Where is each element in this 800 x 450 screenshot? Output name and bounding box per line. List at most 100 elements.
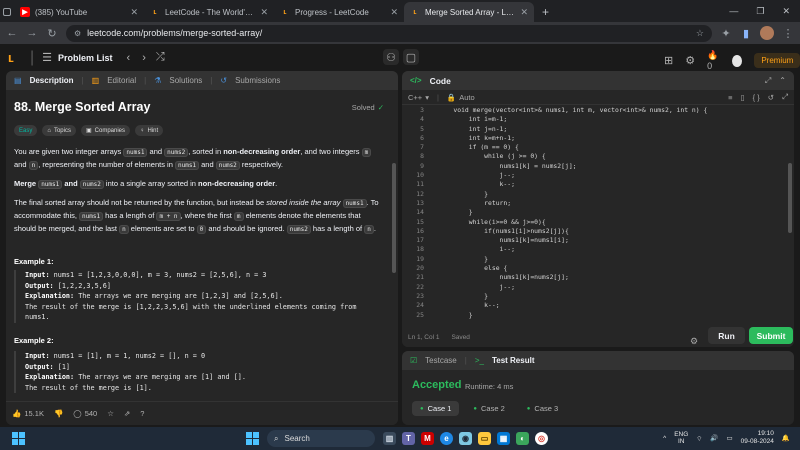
teams-icon[interactable]: T [402,432,415,445]
close-icon[interactable]: ✕ [260,7,268,18]
bookmark-star-icon[interactable]: ☆ [696,28,704,39]
back-icon[interactable]: ← [6,27,18,39]
debug-run-icon[interactable]: ⚙ [690,331,698,349]
reload-icon[interactable]: ↻ [46,27,58,40]
run-button[interactable]: Run [708,327,745,344]
profile-avatar[interactable] [760,26,774,40]
menu-icon[interactable]: ⋮ [782,27,794,40]
browser-tab-youtube[interactable]: ▶ (385) YouTube ✕ [14,2,144,22]
user-avatar[interactable] [732,54,743,67]
browser-tab-merge-sorted-array[interactable]: ʟ Merge Sorted Array - LeetCode ✕ [404,2,534,22]
notifications-icon[interactable]: 🔔 [782,434,790,442]
shuffle-icon[interactable]: ⤮ [156,51,165,64]
chrome-icon[interactable]: ◎ [535,432,548,445]
browser-tab-progress[interactable]: ʟ Progress - LeetCode ✕ [274,2,404,22]
auto-mode-toggle[interactable]: 🔒 Auto [447,93,475,102]
tab-submissions[interactable]: Submissions [235,76,280,85]
widgets-icon[interactable] [12,432,25,445]
extensions-icon[interactable]: ✦ [720,27,732,40]
code-line: 9 nums1[k] = nums2[j]; [402,162,794,171]
difficulty-chip[interactable]: Easy [14,125,38,136]
reset-icon[interactable]: ↺ [768,93,774,102]
tab-editorial[interactable]: Editorial [107,76,136,85]
close-icon[interactable]: ✕ [130,7,138,18]
share-icon[interactable]: ⇗ [124,409,130,418]
copilot-icon[interactable]: ◉ [459,432,472,445]
star-icon[interactable]: ☆ [107,409,114,418]
tab-solutions[interactable]: Solutions [169,76,202,85]
mcafee-icon[interactable]: M [421,432,434,445]
store-icon[interactable]: ▦ [497,432,510,445]
description-scrollbar[interactable] [392,163,396,273]
lock-icon: 🔒 [446,92,457,102]
taskbar-search[interactable]: ⌕ Search [267,430,375,447]
url-field[interactable]: ⚙ leetcode.com/problems/merge-sorted-arr… [66,24,712,42]
tag-chips: Easy ⌂ Topics ▣ Companies ♀ Hint [14,125,164,136]
line-number: 23 [416,291,424,300]
file-explorer-icon[interactable]: ▭ [478,432,491,445]
streak-counter[interactable]: 🔥0 [707,50,720,71]
browser-tab-leetcode[interactable]: ʟ LeetCode - The World's Leading ✕ [144,2,274,22]
premium-button[interactable]: Premium [754,53,800,68]
fullscreen-icon[interactable]: ⤢ [782,92,788,102]
windows-start-icon[interactable] [246,432,259,445]
maximize-icon[interactable]: ❐ [756,6,764,17]
comments-button[interactable]: ◯ 540 [73,409,97,418]
chevron-up-icon[interactable]: ^ [663,435,666,442]
leetcode-nav: ʟ | ☰ Problem List ‹ › ⤮ ⚇ ▢ ⊞ ⚙ 🔥0 Prem… [0,44,800,71]
forward-icon[interactable]: → [26,27,38,39]
sidebar-icon[interactable]: ▮ [740,27,752,40]
tab-search-icon[interactable] [0,2,14,22]
thumbs-down-icon[interactable]: 👎 [54,409,63,418]
wifi-icon[interactable]: ⌔ [696,434,702,443]
settings-icon[interactable]: ⚙ [685,54,695,67]
language-indicator[interactable]: ENG IN [674,431,688,445]
problem-list-link[interactable]: Problem List [58,53,113,63]
language-select[interactable]: C++ ▾ [408,93,429,102]
edge-icon[interactable]: e [440,432,453,445]
photos-icon[interactable]: ◐ [516,432,529,445]
braces-icon[interactable]: { } [753,93,760,102]
companies-chip[interactable]: ▣ Companies [80,125,131,136]
tab-test-result[interactable]: Test Result [492,356,535,365]
topics-chip[interactable]: ⌂ Topics [42,125,76,136]
collapse-icon[interactable]: ⌃ [779,76,786,85]
next-problem-icon[interactable]: › [142,52,146,64]
leetcode-logo[interactable]: ʟ [8,50,22,65]
tab-title: Progress - LeetCode [295,7,369,17]
case-1-tab[interactable]: ● Case 1 [412,401,460,416]
like-button[interactable]: 👍 15.1K [12,409,44,418]
notes-icon[interactable]: ▢ [403,49,419,65]
clock[interactable]: 19:10 09-08-2024 [741,430,774,446]
minimize-icon[interactable]: — [729,6,738,17]
result-tabs: ☑ Testcase | >_ Test Result [402,351,794,370]
close-icon[interactable]: ✕ [390,7,398,18]
divider: | [436,92,439,102]
layout-icon[interactable]: ⊞ [664,54,673,67]
close-icon[interactable]: ✕ [520,7,528,18]
close-window-icon[interactable]: ✕ [782,6,790,17]
case-3-tab[interactable]: ● Case 3 [519,401,566,416]
debug-icon[interactable]: ⚇ [383,49,399,65]
tab-separator: | [144,76,147,85]
format-icon[interactable]: ≡ [728,93,732,102]
expand-icon[interactable]: ⤢ [765,76,771,86]
problem-list-icon[interactable]: ☰ [42,51,52,64]
code-line: 24 k--; [402,301,794,310]
site-info-icon[interactable]: ⚙ [74,29,81,38]
bookmark-icon[interactable]: ▯ [740,93,744,102]
battery-icon[interactable]: ▭ [727,434,733,442]
chip-label: Companies [94,127,126,134]
task-view-icon[interactable]: ▥ [383,432,396,445]
prev-problem-icon[interactable]: ‹ [127,52,131,64]
case-2-tab[interactable]: ● Case 2 [465,401,512,416]
submit-button[interactable]: Submit [749,327,793,344]
new-tab-icon[interactable]: + [534,5,557,22]
code-editor[interactable]: 3 void merge(vector<int>& nums1, int m, … [402,106,794,324]
hint-chip[interactable]: ♀ Hint [135,125,164,136]
help-icon[interactable]: ? [140,409,144,418]
tab-testcase[interactable]: Testcase [425,356,457,365]
tab-description[interactable]: Description [30,76,74,85]
volume-icon[interactable]: 🔊 [710,434,718,442]
editor-scrollbar[interactable] [788,163,792,233]
